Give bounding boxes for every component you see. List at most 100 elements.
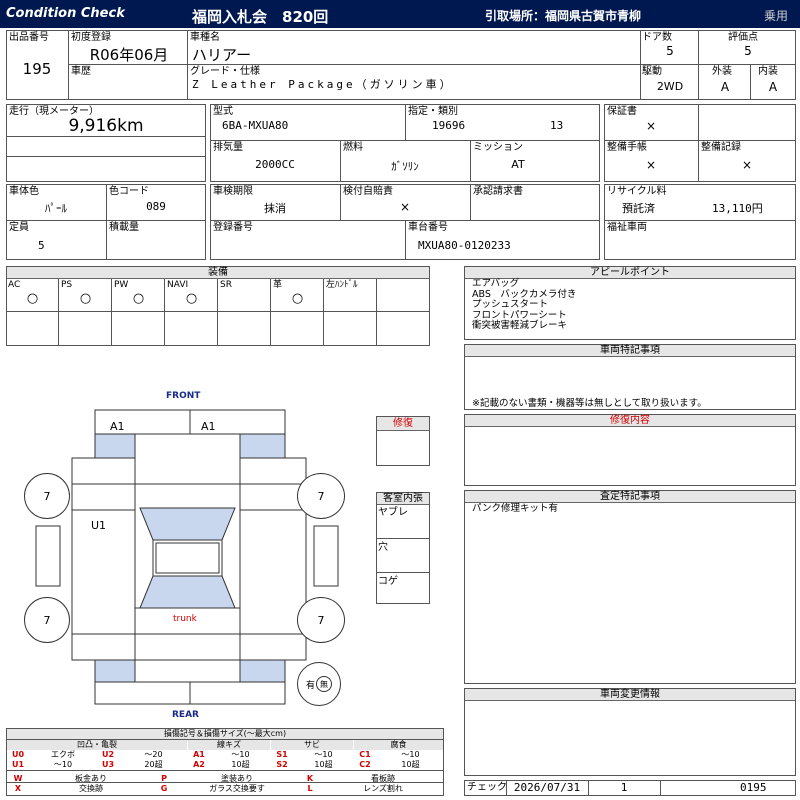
equipment-blank-cell (271, 312, 324, 346)
changes-title: 車両変更情報 (465, 689, 795, 701)
repair-content-title: 修復内容 (465, 415, 795, 427)
tire-rear-right[interactable]: 7 (297, 597, 345, 643)
legend-desc: ～10 (401, 750, 420, 759)
equipment-title: 装備 (7, 267, 429, 279)
lot-value: 195 (22, 60, 52, 78)
tire-front-left[interactable]: 7 (24, 473, 70, 519)
equipment-value: ○ (185, 291, 198, 306)
doors-label: ドア数 (642, 32, 672, 43)
mileage-value: 9,916km (68, 116, 144, 136)
doors-value: 5 (666, 44, 674, 58)
legend-desc: ガラス交換要す (209, 784, 265, 793)
equipment-label: AC (8, 280, 21, 290)
equipment-cell: 左ﾊﾝﾄﾞﾙ (324, 279, 377, 312)
legend-desc: エクボ (51, 750, 75, 759)
trunk-label: trunk (173, 614, 197, 624)
score-label: 評価点 (728, 32, 758, 43)
score-value: 5 (744, 44, 752, 58)
color-code-value: 089 (146, 200, 166, 213)
record-value: × (741, 158, 753, 172)
equipment-label: PW (114, 280, 129, 290)
load-label: 積載量 (109, 222, 139, 233)
interior-hole: 穴 (378, 542, 388, 553)
history-label: 車歴 (71, 66, 91, 77)
tire-front-right[interactable]: 7 (297, 473, 345, 519)
equipment-value: ○ (132, 291, 145, 306)
spare-none-mark: 無 (316, 676, 332, 692)
legend-code: X (14, 784, 22, 793)
interior-value: A (768, 80, 778, 94)
recycle-label: リサイクル料 (607, 186, 667, 197)
check-date: 2026/07/31 (513, 781, 581, 794)
model-label: 型式 (213, 106, 233, 117)
chassis-value: MXUA80-0120233 (418, 239, 511, 252)
damage-a1-left[interactable]: A1 (110, 420, 125, 433)
legend-code: A1 (193, 750, 205, 759)
repair-box-title: 修復 (377, 417, 429, 431)
tire-rear-left[interactable]: 7 (24, 597, 70, 643)
grade-value: Z Leather Package（ガソリン車） (192, 78, 454, 91)
equipment-cell: 革 ○ (271, 279, 324, 312)
spec-label: 指定・類別 (408, 106, 458, 117)
rear-label: REAR (172, 710, 199, 720)
appeal-line: 衝突被害軽減ブレーキ (472, 320, 568, 331)
recycle-value: 13,110円 (712, 202, 763, 215)
legend-desc: レンズ割れ (363, 784, 403, 793)
appeal-line: エアバッグ (472, 278, 520, 289)
changes-frame (464, 688, 796, 776)
equipment-blank-cell (324, 312, 377, 346)
legend-desc: 20超 (144, 760, 163, 769)
warranty-value: × (645, 119, 657, 133)
welfare-label: 福祉車両 (607, 222, 647, 233)
recycle-status: 預託済 (622, 202, 655, 215)
spare-tire[interactable]: 有 無 (297, 662, 341, 706)
first-reg-label: 初度登録 (71, 32, 111, 43)
legend-rows: U0 エクボ U2 ～20 A1 ～10 S1 ～10 C1 ～10 U1 ～10 U3 20超 A2 10超… (6, 750, 444, 796)
approval-label: 承認請求書 (473, 186, 523, 197)
interior-label: 内装 (758, 66, 778, 77)
special-title: 車両特記事項 (465, 345, 795, 357)
legend-code: U2 (101, 750, 115, 759)
insurance-label: 検付自賠責 (343, 186, 393, 197)
special-note: ※記載のない書類・機器等は無しとして取り扱います。 (472, 398, 707, 409)
header-left-title: Condition Check (6, 6, 125, 21)
equipment-label: 革 (273, 280, 283, 290)
equipment-cell: PW ○ (112, 279, 165, 312)
legend-h1: 凹凸・亀裂 (7, 740, 187, 750)
exterior-value: A (720, 80, 730, 94)
legend-code: A2 (193, 760, 205, 769)
spec-value1: 19696 (432, 119, 466, 132)
equipment-cell: NAVI ○ (165, 279, 218, 312)
legend-desc: 10超 (314, 760, 333, 769)
legend-code: C1 (359, 750, 371, 759)
color-value: ﾊﾟｰﾙ (45, 202, 67, 215)
equipment-blank-cell (112, 312, 165, 346)
equipment-label: NAVI (167, 280, 189, 290)
car-name-value: ハリアー (192, 46, 252, 64)
displacement-value: 2000CC (255, 158, 295, 171)
equipment-value: ○ (26, 291, 39, 306)
color-label: 車体色 (9, 186, 39, 197)
equipment-cell (377, 279, 430, 312)
damage-a1-right[interactable]: A1 (201, 420, 216, 433)
spec-value2: 13 (550, 119, 564, 132)
legend-code: S1 (276, 750, 288, 759)
interior-tear: ヤブレ (378, 507, 408, 518)
appeal-list: エアバッグ ABS バックカメラ付き プッシュスタート フロントパワーシート 衝突被害軽… (472, 278, 576, 332)
record-label: 整備記録 (701, 142, 741, 153)
legend-title: 損傷記号＆損傷サイズ(～最大cm) (7, 729, 443, 739)
legend-code: G (160, 784, 168, 793)
front-label: FRONT (166, 391, 201, 401)
displacement-label: 排気量 (213, 142, 243, 153)
damage-u1[interactable]: U1 (91, 519, 106, 532)
legend-code: U0 (11, 750, 25, 759)
equipment-blank-cell (218, 312, 271, 346)
equipment-label: 左ﾊﾝﾄﾞﾙ (326, 280, 358, 290)
equipment-cell: PS ○ (59, 279, 112, 312)
inspector-line: パンク修理キット有 (472, 503, 558, 514)
equipment-label: SR (220, 280, 232, 290)
legend-desc: ～10 (53, 760, 73, 769)
exterior-label: 外装 (712, 66, 732, 77)
warranty-label: 保証書 (607, 106, 637, 117)
inspector-title: 査定特記事項 (465, 491, 795, 503)
